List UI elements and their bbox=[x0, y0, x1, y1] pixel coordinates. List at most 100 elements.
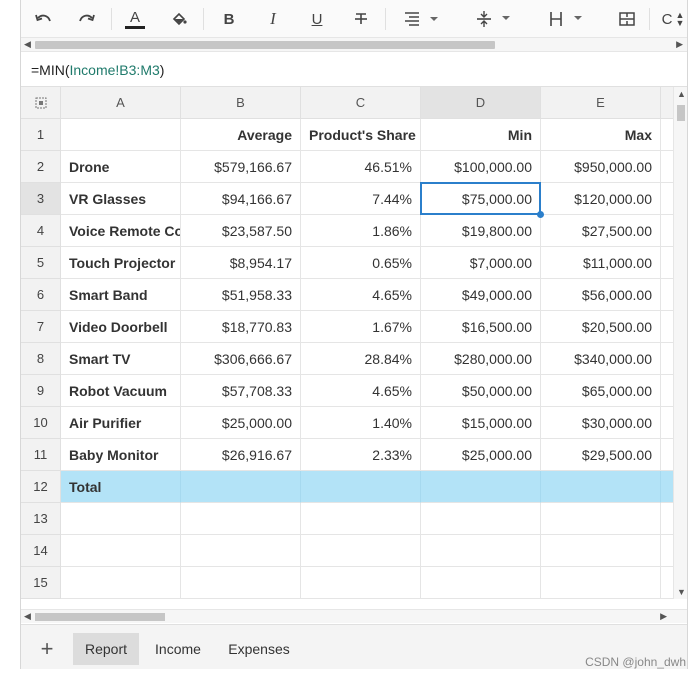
row-header-14[interactable]: 14 bbox=[21, 535, 61, 567]
cell-e9[interactable]: $65,000.00 bbox=[541, 375, 661, 407]
cell-b1[interactable]: Average bbox=[181, 119, 301, 151]
cell-c2[interactable]: 46.51% bbox=[301, 151, 421, 183]
row-header-5[interactable]: 5 bbox=[21, 247, 61, 279]
cell-c9[interactable]: 4.65% bbox=[301, 375, 421, 407]
cell-b5[interactable]: $8,954.17 bbox=[181, 247, 301, 279]
scroll-left-icon[interactable]: ◀ bbox=[24, 39, 31, 50]
row-header-4[interactable]: 4 bbox=[21, 215, 61, 247]
cell-f6[interactable] bbox=[661, 279, 673, 311]
cell-f15[interactable] bbox=[661, 567, 673, 599]
row-header-8[interactable]: 8 bbox=[21, 343, 61, 375]
tab-report[interactable]: Report bbox=[73, 633, 139, 665]
cell-b14[interactable] bbox=[181, 535, 301, 567]
cell-e2[interactable]: $950,000.00 bbox=[541, 151, 661, 183]
horizontal-scrollbar[interactable]: ◀ ▶ bbox=[21, 609, 687, 623]
cell-f5[interactable] bbox=[661, 247, 673, 279]
cell-d8[interactable]: $280,000.00 bbox=[421, 343, 541, 375]
cell-f7[interactable] bbox=[661, 311, 673, 343]
cell-b3[interactable]: $94,166.67 bbox=[181, 183, 301, 215]
wrap-icon[interactable] bbox=[541, 6, 589, 32]
underline-icon[interactable]: U bbox=[303, 6, 331, 32]
vertical-scrollbar[interactable]: ▲ ▼ bbox=[673, 87, 687, 599]
cell-e13[interactable] bbox=[541, 503, 661, 535]
column-header-b[interactable]: B bbox=[181, 87, 301, 119]
cell-f9[interactable] bbox=[661, 375, 673, 407]
cell-c3[interactable]: 7.44% bbox=[301, 183, 421, 215]
scrollbar-thumb[interactable] bbox=[677, 105, 685, 121]
cell-d11[interactable]: $25,000.00 bbox=[421, 439, 541, 471]
cell-a10[interactable]: Air Purifier bbox=[61, 407, 181, 439]
cell-a12[interactable]: Total bbox=[61, 471, 181, 503]
cell-e14[interactable] bbox=[541, 535, 661, 567]
align-icon[interactable] bbox=[397, 6, 445, 32]
cell-a3[interactable]: VR Glasses bbox=[61, 183, 181, 215]
cell-a15[interactable] bbox=[61, 567, 181, 599]
cell-d1[interactable]: Min bbox=[421, 119, 541, 151]
cell-a6[interactable]: Smart Band bbox=[61, 279, 181, 311]
cell-a14[interactable] bbox=[61, 535, 181, 567]
cell-d15[interactable] bbox=[421, 567, 541, 599]
select-all-corner[interactable] bbox=[21, 87, 61, 119]
cell-b7[interactable]: $18,770.83 bbox=[181, 311, 301, 343]
cell-a5[interactable]: Touch Projector bbox=[61, 247, 181, 279]
cell-d14[interactable] bbox=[421, 535, 541, 567]
italic-icon[interactable]: I bbox=[259, 6, 287, 32]
cell-b9[interactable]: $57,708.33 bbox=[181, 375, 301, 407]
cell-b4[interactable]: $23,587.50 bbox=[181, 215, 301, 247]
cell-c6[interactable]: 4.65% bbox=[301, 279, 421, 311]
cell-d2[interactable]: $100,000.00 bbox=[421, 151, 541, 183]
cell-e4[interactable]: $27,500.00 bbox=[541, 215, 661, 247]
scrollbar-thumb[interactable] bbox=[35, 41, 495, 49]
column-header-d[interactable]: D bbox=[421, 87, 541, 119]
scroll-right-icon[interactable]: ▶ bbox=[660, 611, 667, 622]
cell-d13[interactable] bbox=[421, 503, 541, 535]
font-color-icon[interactable]: A bbox=[121, 6, 149, 32]
cell-f1[interactable] bbox=[661, 119, 673, 151]
cell-c15[interactable] bbox=[301, 567, 421, 599]
cell-a9[interactable]: Robot Vacuum bbox=[61, 375, 181, 407]
cell-f13[interactable] bbox=[661, 503, 673, 535]
cell-d5[interactable]: $7,000.00 bbox=[421, 247, 541, 279]
cell-d7[interactable]: $16,500.00 bbox=[421, 311, 541, 343]
cell-e8[interactable]: $340,000.00 bbox=[541, 343, 661, 375]
scrollbar-thumb[interactable] bbox=[35, 613, 165, 621]
cell-c12[interactable] bbox=[301, 471, 421, 503]
cell-d4[interactable]: $19,800.00 bbox=[421, 215, 541, 247]
cell-b6[interactable]: $51,958.33 bbox=[181, 279, 301, 311]
cell-b8[interactable]: $306,666.67 bbox=[181, 343, 301, 375]
cell-d6[interactable]: $49,000.00 bbox=[421, 279, 541, 311]
row-header-13[interactable]: 13 bbox=[21, 503, 61, 535]
row-header-10[interactable]: 10 bbox=[21, 407, 61, 439]
cell-f11[interactable] bbox=[661, 439, 673, 471]
cell-a1[interactable] bbox=[61, 119, 181, 151]
cell-d10[interactable]: $15,000.00 bbox=[421, 407, 541, 439]
cell-c5[interactable]: 0.65% bbox=[301, 247, 421, 279]
cell-c10[interactable]: 1.40% bbox=[301, 407, 421, 439]
row-header-9[interactable]: 9 bbox=[21, 375, 61, 407]
scroll-up-icon[interactable]: ▲ bbox=[677, 89, 686, 99]
cell-c14[interactable] bbox=[301, 535, 421, 567]
cell-f3[interactable] bbox=[661, 183, 673, 215]
row-header-7[interactable]: 7 bbox=[21, 311, 61, 343]
cell-a7[interactable]: Video Doorbell bbox=[61, 311, 181, 343]
toolbar-scroll-icon[interactable]: ▲ ▼ bbox=[673, 6, 687, 32]
cell-e1[interactable]: Max bbox=[541, 119, 661, 151]
strikethrough-icon[interactable] bbox=[347, 6, 375, 32]
fill-color-icon[interactable] bbox=[165, 6, 193, 32]
cell-b13[interactable] bbox=[181, 503, 301, 535]
scroll-left-icon[interactable]: ◀ bbox=[24, 611, 31, 622]
row-header-11[interactable]: 11 bbox=[21, 439, 61, 471]
cell-f8[interactable] bbox=[661, 343, 673, 375]
cell-f12[interactable] bbox=[661, 471, 673, 503]
cell-a4[interactable]: Voice Remote Control bbox=[61, 215, 181, 247]
tab-expenses[interactable]: Expenses bbox=[219, 633, 299, 665]
cell-e11[interactable]: $29,500.00 bbox=[541, 439, 661, 471]
cell-e15[interactable] bbox=[541, 567, 661, 599]
cell-e5[interactable]: $11,000.00 bbox=[541, 247, 661, 279]
cell-d12[interactable] bbox=[421, 471, 541, 503]
autofill-handle[interactable] bbox=[537, 211, 544, 218]
cell-c11[interactable]: 2.33% bbox=[301, 439, 421, 471]
cell-c8[interactable]: 28.84% bbox=[301, 343, 421, 375]
cell-f4[interactable] bbox=[661, 215, 673, 247]
vertical-align-icon[interactable] bbox=[469, 6, 517, 32]
